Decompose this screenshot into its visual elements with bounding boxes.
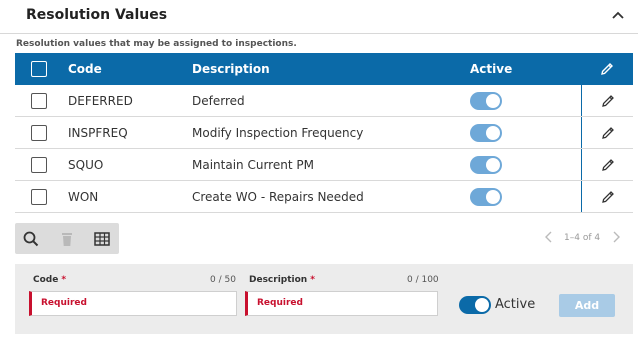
pager-range: 1–4 of 4 [564,233,601,243]
code-input[interactable]: Required [29,291,237,316]
row-active-toggle[interactable] [470,155,502,174]
panel-title: Resolution Values [26,7,168,23]
active-toggle-label: Active [495,297,536,312]
row-code: DEFERRED [68,93,133,108]
code-char-count: 0 / 50 [210,275,236,285]
row-checkbox[interactable] [31,92,47,109]
add-resolution-form: Code * 0 / 50 Required Description * 0 / 1… [15,264,633,334]
panel-header: Resolution Values [0,0,638,34]
row-description: Maintain Current PM [192,157,314,172]
row-active-toggle[interactable] [470,123,502,142]
row-description: Modify Inspection Frequency [192,125,364,140]
table-icon[interactable] [93,230,111,248]
row-active-toggle[interactable] [470,91,502,110]
code-label: Code * [33,275,67,285]
row-description: Deferred [192,93,245,108]
pencil-icon[interactable] [600,189,616,205]
row-code: INSPFREQ [68,125,128,140]
row-description: Create WO - Repairs Needed [192,189,364,204]
pencil-icon[interactable] [600,157,616,173]
resolution-values-grid: Code Description Active DEFERRED Deferre… [15,53,633,213]
table-row[interactable]: SQUO Maintain Current PM [15,149,633,181]
search-icon[interactable] [22,230,40,248]
chevron-up-icon[interactable] [610,8,626,22]
pencil-icon[interactable] [600,93,616,109]
row-checkbox[interactable] [31,156,47,173]
column-header-code[interactable]: Code [68,53,102,85]
table-row[interactable]: DEFERRED Deferred [15,85,633,117]
panel-subtitle: Resolution values that may be assigned t… [16,39,297,49]
column-header-active[interactable]: Active [470,53,512,85]
row-checkbox[interactable] [31,124,47,141]
row-checkbox[interactable] [31,188,47,205]
table-row[interactable]: INSPFREQ Modify Inspection Frequency [15,117,633,149]
column-header-description[interactable]: Description [192,53,270,85]
description-input[interactable]: Required [245,291,438,316]
description-label: Description * [249,275,315,285]
add-button[interactable]: Add [559,294,615,317]
row-code: WON [68,189,99,204]
chevron-right-icon[interactable] [611,230,621,244]
pencil-icon[interactable] [599,61,615,77]
select-all-checkbox[interactable] [31,61,47,77]
trash-icon[interactable] [58,230,76,248]
row-active-toggle[interactable] [470,187,502,206]
active-toggle[interactable] [459,296,491,314]
chevron-left-icon[interactable] [544,230,554,244]
grid-header-row: Code Description Active [15,53,633,85]
description-char-count: 0 / 100 [407,275,439,285]
table-row[interactable]: WON Create WO - Repairs Needed [15,181,633,213]
row-code: SQUO [68,157,104,172]
grid-toolbar [15,223,119,254]
pencil-icon[interactable] [600,125,616,141]
